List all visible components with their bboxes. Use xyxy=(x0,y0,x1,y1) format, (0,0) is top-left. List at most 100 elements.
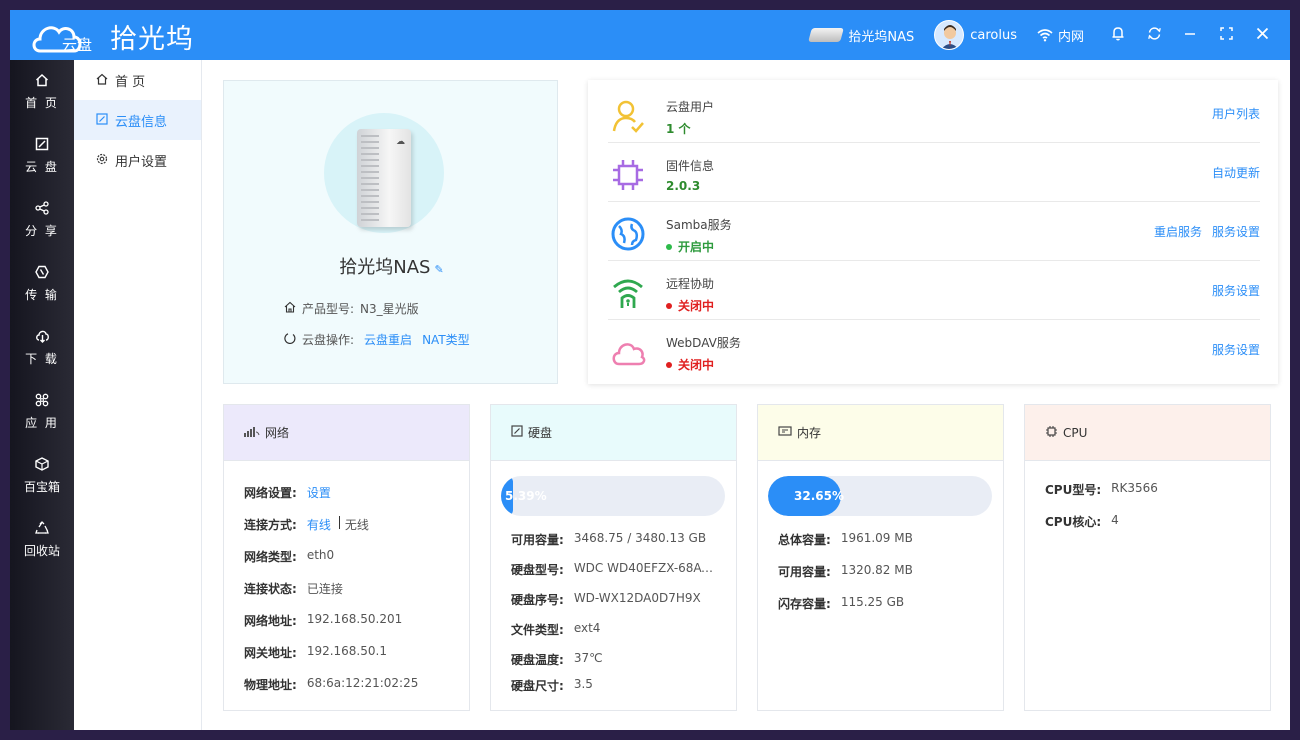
app-logo: 云盘 拾光坞 xyxy=(30,16,194,56)
kv-key: 硬盘温度: xyxy=(511,653,564,667)
service-actions: 服务设置 xyxy=(1212,261,1260,320)
sidebar-item-toolbox[interactable]: 百宝箱 xyxy=(10,444,74,508)
gear-icon xyxy=(95,153,109,168)
sidebar-item-recycle[interactable]: 回收站 xyxy=(10,508,74,572)
network-panel-header: 网络 xyxy=(224,405,469,461)
kv-value: 1961.09 MB xyxy=(840,531,913,545)
panel-title: 内存 xyxy=(797,426,822,440)
product-model-row: 产品型号: N3_星光版 xyxy=(284,300,419,317)
restart-service-link[interactable]: 重启服务 xyxy=(1154,223,1202,240)
globe-icon xyxy=(610,216,646,252)
apps-icon xyxy=(35,393,49,411)
subnav-label: 首 页 xyxy=(115,74,146,90)
kv-value: 4 xyxy=(1111,513,1119,527)
service-title: 远程协助 xyxy=(666,277,715,291)
kv-value: 192.168.50.1 xyxy=(306,644,387,658)
kv-value: ext4 xyxy=(573,621,601,635)
disk-panel: 硬盘 5.39% 可用容量: 3468.75 / 3480.13 GB 硬盘型号:… xyxy=(490,404,737,711)
service-status-text: 关闭中 xyxy=(678,358,715,372)
minimize-icon[interactable] xyxy=(1182,26,1198,44)
disk-icon xyxy=(511,425,523,440)
sidebar-item-cloud-disk[interactable]: 云 盘 xyxy=(10,124,74,188)
disk-usage-progress: 5.39% xyxy=(501,476,725,516)
chip-icon xyxy=(610,157,646,193)
device-indicator[interactable]: 拾光坞NAS xyxy=(808,26,914,45)
network-row: 物理地址: 68:6a:12:21:02:25 xyxy=(244,676,418,693)
service-status: 关闭中 xyxy=(666,297,714,314)
service-status-text: 1 个 xyxy=(666,122,691,136)
disk-row: 硬盘型号: WDC WD40EFZX-68AWUN0 xyxy=(511,561,724,578)
disk-row: 硬盘温度: 37℃ xyxy=(511,651,603,668)
service-settings-link[interactable]: 服务设置 xyxy=(1212,282,1260,299)
service-status-text: 2.0.3 xyxy=(666,179,701,193)
fullscreen-icon[interactable] xyxy=(1218,26,1234,44)
connection-type-row: 连接方式: 有线 无线 xyxy=(244,516,369,533)
kv-value: 1320.82 MB xyxy=(840,563,913,577)
share-icon xyxy=(35,201,49,219)
home-icon xyxy=(95,73,109,88)
service-settings-link[interactable]: 服务设置 xyxy=(1212,223,1260,240)
signal-bars-icon xyxy=(244,426,260,440)
download-icon xyxy=(35,329,50,347)
status-dot xyxy=(666,302,672,309)
main-content: ☁ 拾光坞NAS ✎ 产品型号: N3_星光版 云盘操作: 云盘重启 NAT类型 xyxy=(203,60,1290,730)
service-status: 关闭中 xyxy=(666,356,714,373)
subnav-item-user-settings[interactable]: 用户设置 xyxy=(74,140,201,180)
memory-usage-text: 32.65% xyxy=(794,489,844,503)
service-status-text: 关闭中 xyxy=(678,299,715,313)
kv-key: 网络类型: xyxy=(244,550,297,564)
kv-value: eth0 xyxy=(306,548,335,562)
edit-icon[interactable]: ✎ xyxy=(435,263,444,276)
subnav-item-cloud-info[interactable]: 云盘信息 xyxy=(74,100,201,140)
home-icon xyxy=(35,73,49,91)
sidebar-item-download[interactable]: 下 载 xyxy=(10,316,74,380)
disk-panel-header: 硬盘 xyxy=(491,405,736,461)
kv-key: 闪存容量: xyxy=(778,597,831,611)
kv-key: 硬盘序号: xyxy=(511,593,564,607)
disk-row: 可用容量: 3468.75 / 3480.13 GB xyxy=(511,531,706,548)
close-icon[interactable] xyxy=(1254,26,1270,44)
sub-navigation: 首 页 云盘信息 用户设置 xyxy=(74,60,202,730)
sidebar-item-home[interactable]: 首 页 xyxy=(10,60,74,124)
top-right-controls: 拾光坞NAS carolus 内网 xyxy=(790,10,1270,60)
nat-type-link[interactable]: NAT类型 xyxy=(422,331,470,348)
cpu-panel-header: CPU xyxy=(1025,405,1270,461)
service-title: Samba服务 xyxy=(666,218,732,232)
sidebar-label: 传 输 xyxy=(25,288,59,302)
service-title: WebDAV服务 xyxy=(666,336,741,350)
kv-value: 已连接 xyxy=(306,582,343,596)
sidebar-item-apps[interactable]: 应 用 xyxy=(10,380,74,444)
app-window: 云盘 拾光坞 拾光坞NAS carolus 内网 首 页 云 盘 分 享 传 输… xyxy=(10,10,1290,730)
kv-key: 总体容量: xyxy=(778,533,831,547)
sync-icon[interactable] xyxy=(1146,26,1162,45)
status-dot xyxy=(666,361,672,368)
kv-key: 网关地址: xyxy=(244,646,297,660)
service-row-webdav: WebDAV服务 关闭中 服务设置 xyxy=(608,320,1260,379)
network-setting-link[interactable]: 设置 xyxy=(307,484,331,501)
kv-value: 3.5 xyxy=(573,677,593,691)
kv-key: 硬盘型号: xyxy=(511,563,564,577)
kv-value: 3468.75 / 3480.13 GB xyxy=(573,531,707,545)
memory-panel: 内存 32.65% 总体容量: 1961.09 MB 可用容量: 1320.82 M… xyxy=(757,404,1004,711)
sidebar-item-transfer[interactable]: 传 输 xyxy=(10,252,74,316)
status-dot xyxy=(666,243,672,250)
restart-cloud-link[interactable]: 云盘重启 xyxy=(364,331,412,348)
user-menu[interactable]: carolus xyxy=(934,20,1017,50)
kv-key: 可用容量: xyxy=(511,533,564,547)
service-settings-link[interactable]: 服务设置 xyxy=(1212,341,1260,358)
wireless-option[interactable]: 无线 xyxy=(345,516,369,533)
bell-icon[interactable] xyxy=(1110,26,1126,45)
cloud-disk-icon xyxy=(35,137,49,155)
kv-value: WD-WX12DA0D7H9X xyxy=(573,591,701,605)
service-status: 2.0.3 xyxy=(666,179,700,193)
wired-option[interactable]: 有线 xyxy=(307,516,331,533)
device-card: ☁ 拾光坞NAS ✎ 产品型号: N3_星光版 云盘操作: 云盘重启 NAT类型 xyxy=(223,80,558,384)
user-list-link[interactable]: 用户列表 xyxy=(1212,105,1260,122)
sidebar-label: 分 享 xyxy=(25,224,59,238)
service-actions: 用户列表 xyxy=(1212,84,1260,143)
network-indicator[interactable]: 内网 xyxy=(1037,26,1084,45)
auto-update-link[interactable]: 自动更新 xyxy=(1212,164,1260,181)
sidebar-item-share[interactable]: 分 享 xyxy=(10,188,74,252)
kv-key: 硬盘尺寸: xyxy=(511,679,564,693)
subnav-item-home[interactable]: 首 页 xyxy=(74,60,201,100)
